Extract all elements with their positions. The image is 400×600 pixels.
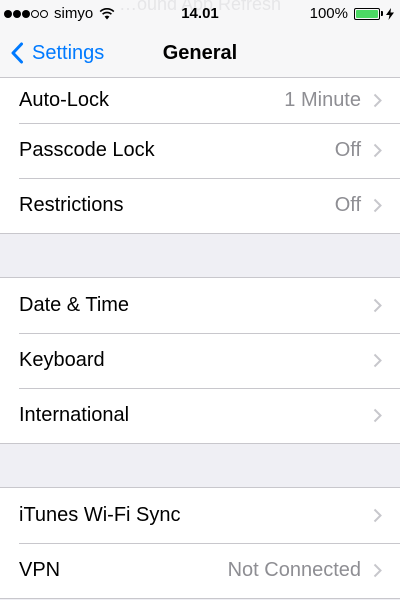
row-label: International (19, 404, 130, 426)
battery-fill (356, 9, 378, 18)
row-value: Off (334, 194, 361, 216)
row-itunes-wifi-sync[interactable]: iTunes Wi-Fi Sync (0, 488, 400, 543)
chevron-right-icon (373, 353, 382, 368)
status-right: 100% (310, 5, 394, 22)
row-date-time[interactable]: Date & Time (0, 278, 400, 333)
navigation-bar: Settings General (0, 28, 400, 78)
status-bar: …ound App Refresh simyo 14.01 100% (0, 0, 400, 28)
bolt-icon (386, 7, 394, 20)
section-gap (0, 234, 400, 277)
battery-icon (354, 7, 380, 20)
row-label: VPN (19, 559, 61, 581)
battery-percent: 100% (309, 5, 348, 22)
settings-group-locale: Date & Time Keyboard International (0, 277, 400, 444)
chevron-right-icon (373, 298, 382, 313)
chevron-left-icon (11, 42, 23, 64)
row-international[interactable]: International (0, 388, 400, 443)
chevron-right-icon (373, 143, 382, 158)
settings-group-lock: Auto-Lock 1 Minute Passcode Lock Off Res… (0, 78, 400, 234)
settings-group-network: iTunes Wi-Fi Sync VPN Not Connected (0, 487, 400, 599)
row-value: Not Connected (227, 559, 361, 581)
row-value: Off (334, 139, 361, 161)
row-label: Keyboard (19, 349, 105, 371)
chevron-right-icon (373, 563, 382, 578)
row-label: Restrictions (19, 194, 124, 216)
settings-screen: …ound App Refresh simyo 14.01 100% Setti… (0, 0, 400, 600)
chevron-right-icon (373, 508, 382, 523)
row-label: Auto-Lock (19, 89, 110, 111)
row-keyboard[interactable]: Keyboard (0, 333, 400, 388)
row-passcode-lock[interactable]: Passcode Lock Off (0, 123, 400, 178)
row-value: 1 Minute (284, 89, 361, 111)
row-vpn[interactable]: VPN Not Connected (0, 543, 400, 598)
row-label: iTunes Wi-Fi Sync (19, 504, 181, 526)
settings-list: Auto-Lock 1 Minute Passcode Lock Off Res… (0, 78, 400, 599)
section-gap (0, 444, 400, 487)
battery-tip (381, 11, 383, 16)
back-button[interactable]: Settings (10, 28, 104, 78)
row-label: Date & Time (19, 294, 130, 316)
back-button-label: Settings (32, 41, 105, 64)
row-restrictions[interactable]: Restrictions Off (0, 178, 400, 233)
row-label: Passcode Lock (19, 139, 155, 161)
chevron-right-icon (373, 93, 382, 108)
row-auto-lock[interactable]: Auto-Lock 1 Minute (0, 78, 400, 123)
chevron-right-icon (373, 198, 382, 213)
chevron-right-icon (373, 408, 382, 423)
